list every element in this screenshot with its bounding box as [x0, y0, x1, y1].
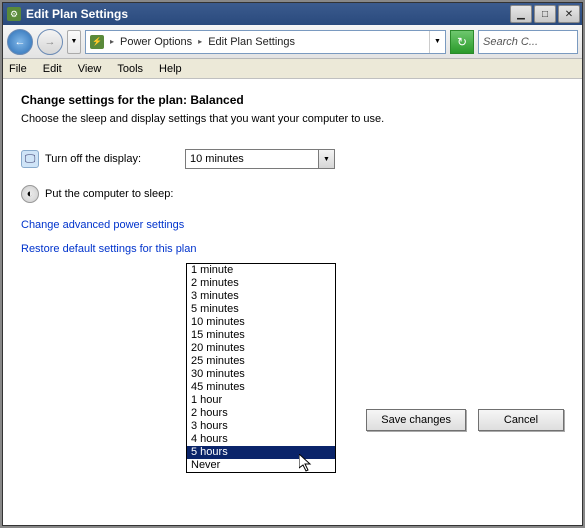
menu-bar: File Edit View Tools Help [3, 59, 582, 79]
titlebar: ⚙ Edit Plan Settings ▁ □ ✕ [3, 3, 582, 25]
back-button[interactable]: ← [7, 29, 33, 55]
menu-help[interactable]: Help [159, 63, 182, 75]
location-icon: ⚡ [90, 35, 104, 49]
menu-edit[interactable]: Edit [43, 63, 62, 75]
dropdown-option[interactable]: 4 hours [187, 433, 335, 446]
dropdown-option[interactable]: 30 minutes [187, 368, 335, 381]
combo-dropdown-button[interactable]: ▼ [318, 150, 334, 168]
address-bar[interactable]: ⚡ ▸ Power Options ▸ Edit Plan Settings ▼ [85, 30, 446, 54]
dropdown-option[interactable]: 2 hours [187, 407, 335, 420]
button-row: Save changes Cancel [366, 409, 564, 431]
dropdown-option[interactable]: 1 hour [187, 394, 335, 407]
cancel-button[interactable]: Cancel [478, 409, 564, 431]
arrow-left-icon: ← [15, 36, 26, 48]
dropdown-option[interactable]: Never [187, 459, 335, 472]
minimize-button[interactable]: ▁ [510, 5, 532, 23]
address-dropdown[interactable]: ▼ [429, 31, 445, 53]
dropdown-option[interactable]: 15 minutes [187, 329, 335, 342]
nav-toolbar: ← → ▼ ⚡ ▸ Power Options ▸ Edit Plan Sett… [3, 25, 582, 59]
menu-file[interactable]: File [9, 63, 27, 75]
maximize-button[interactable]: □ [534, 5, 556, 23]
menu-tools[interactable]: Tools [117, 63, 143, 75]
display-icon: 🖵 [21, 150, 39, 168]
dropdown-option[interactable]: 3 hours [187, 420, 335, 433]
forward-button[interactable]: → [37, 29, 63, 55]
dropdown-option[interactable]: 5 hours [187, 446, 335, 459]
dropdown-option[interactable]: 25 minutes [187, 355, 335, 368]
menu-view[interactable]: View [78, 63, 102, 75]
dropdown-option[interactable]: 5 minutes [187, 303, 335, 316]
link-restore-defaults[interactable]: Restore default settings for this plan [21, 243, 564, 255]
save-button-label: Save changes [381, 414, 451, 426]
sleep-label: Put the computer to sleep: [45, 188, 185, 200]
window-frame: ⚙ Edit Plan Settings ▁ □ ✕ ← → ▼ ⚡ ▸ Pow… [2, 2, 583, 526]
display-off-combo[interactable]: 10 minutes ▼ [185, 149, 335, 169]
save-button[interactable]: Save changes [366, 409, 466, 431]
dropdown-option[interactable]: 3 minutes [187, 290, 335, 303]
arrow-right-icon: → [45, 36, 56, 48]
setting-sleep: ◐ Put the computer to sleep: [21, 185, 564, 203]
page-subtext: Choose the sleep and display settings th… [21, 113, 564, 125]
display-off-value: 10 minutes [190, 153, 244, 165]
setting-display-off: 🖵 Turn off the display: 10 minutes ▼ [21, 149, 564, 169]
chevron-right-icon: ▸ [108, 37, 116, 46]
moon-icon: ◐ [21, 185, 39, 203]
display-off-dropdown-list[interactable]: 1 minute2 minutes3 minutes5 minutes10 mi… [186, 263, 336, 473]
cancel-button-label: Cancel [504, 414, 538, 426]
chevron-right-icon: ▸ [196, 37, 204, 46]
dropdown-option[interactable]: 45 minutes [187, 381, 335, 394]
breadcrumb-2[interactable]: Edit Plan Settings [208, 36, 295, 48]
page-heading: Change settings for the plan: Balanced [21, 93, 564, 107]
refresh-icon: ↻ [457, 35, 467, 49]
dropdown-option[interactable]: 10 minutes [187, 316, 335, 329]
nav-history-dropdown[interactable]: ▼ [67, 30, 81, 54]
refresh-button[interactable]: ↻ [450, 30, 474, 54]
dropdown-option[interactable]: 2 minutes [187, 277, 335, 290]
window-title: Edit Plan Settings [26, 7, 510, 21]
search-placeholder: Search C... [483, 36, 538, 48]
close-button[interactable]: ✕ [558, 5, 580, 23]
search-input[interactable]: Search C... [478, 30, 578, 54]
link-advanced-settings[interactable]: Change advanced power settings [21, 219, 564, 231]
display-off-label: Turn off the display: [45, 153, 185, 165]
dropdown-option[interactable]: 1 minute [187, 264, 335, 277]
dropdown-option[interactable]: 20 minutes [187, 342, 335, 355]
breadcrumb-1[interactable]: Power Options [120, 36, 192, 48]
app-icon: ⚙ [7, 7, 21, 21]
content-area: Change settings for the plan: Balanced C… [3, 79, 582, 525]
